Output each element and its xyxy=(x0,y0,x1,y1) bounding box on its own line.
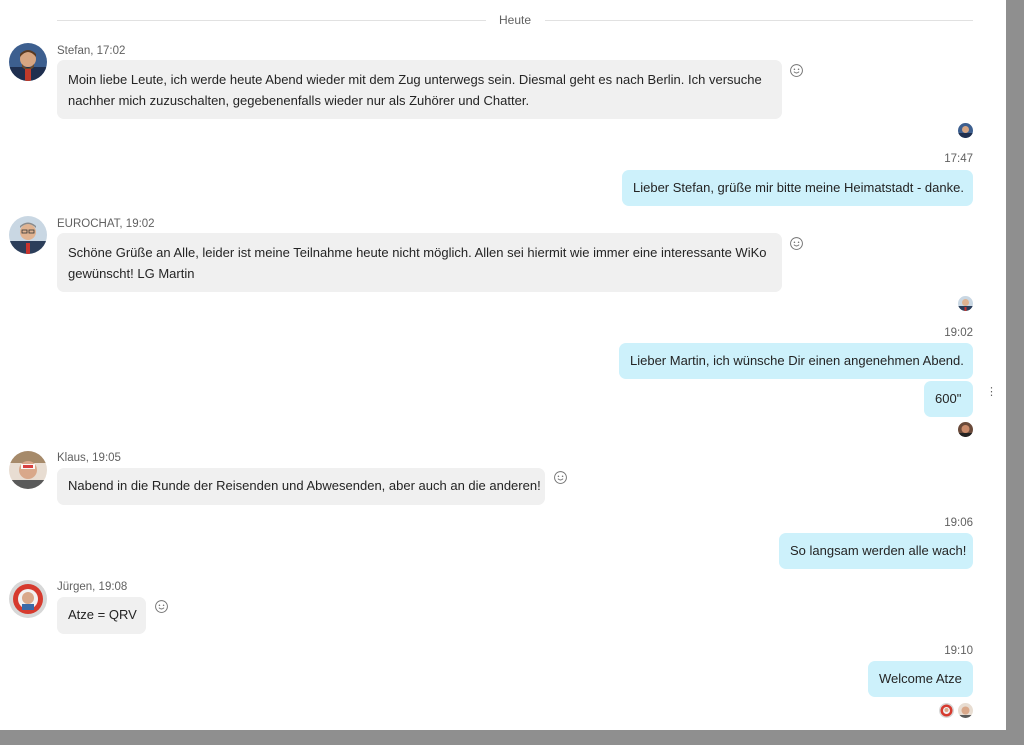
message-bubble-incoming[interactable]: Nabend in die Runde der Reisenden und Ab… xyxy=(57,468,545,505)
message-bubble-outgoing[interactable]: Welcome Atze xyxy=(868,661,973,697)
message-bubble-outgoing[interactable]: So langsam werden alle wach! xyxy=(779,533,973,569)
message-timestamp: 17:47 xyxy=(944,153,973,165)
avatar-stefan[interactable] xyxy=(9,43,47,81)
sender-name: Jürgen, 19:08 xyxy=(57,581,128,593)
more-options-icon[interactable]: ⋮ xyxy=(986,386,997,398)
read-receipt-avatar xyxy=(958,422,973,437)
sender-name: Klaus, 19:05 xyxy=(57,452,121,464)
message-bubble-incoming[interactable]: Schöne Grüße an Alle, leider ist meine T… xyxy=(57,233,782,292)
divider-right xyxy=(545,20,973,21)
message-bubble-outgoing[interactable]: Lieber Martin, ich wünsche Dir einen ang… xyxy=(619,343,973,379)
avatar-juergen[interactable] xyxy=(9,580,47,618)
message-bubble-outgoing[interactable]: 600" xyxy=(924,381,973,417)
smiley-icon[interactable] xyxy=(154,599,169,614)
read-receipt-avatar xyxy=(939,703,954,718)
sender-name: Stefan, 17:02 xyxy=(57,45,126,57)
sender-name: EUROCHAT, 19:02 xyxy=(57,218,155,230)
message-timestamp: 19:02 xyxy=(944,327,973,339)
read-receipt-avatar xyxy=(958,123,973,138)
message-bubble-incoming[interactable]: Atze = QRV xyxy=(57,597,146,634)
message-timestamp: 19:10 xyxy=(944,645,973,657)
chat-window: Heute Stefan, 17:02 Moin liebe Leute, ic… xyxy=(0,0,1006,730)
read-receipt-avatar xyxy=(958,296,973,311)
message-timestamp: 19:06 xyxy=(944,517,973,529)
avatar-klaus[interactable] xyxy=(9,451,47,489)
read-receipt-avatar xyxy=(958,703,973,718)
message-bubble-outgoing[interactable]: Lieber Stefan, grüße mir bitte meine Hei… xyxy=(622,170,973,206)
day-separator-label: Heute xyxy=(498,13,532,27)
smiley-icon[interactable] xyxy=(553,470,568,485)
smiley-icon[interactable] xyxy=(789,63,804,78)
message-bubble-incoming[interactable]: Moin liebe Leute, ich werde heute Abend … xyxy=(57,60,782,119)
divider-left xyxy=(57,20,486,21)
smiley-icon[interactable] xyxy=(789,236,804,251)
avatar-eurochat[interactable] xyxy=(9,216,47,254)
